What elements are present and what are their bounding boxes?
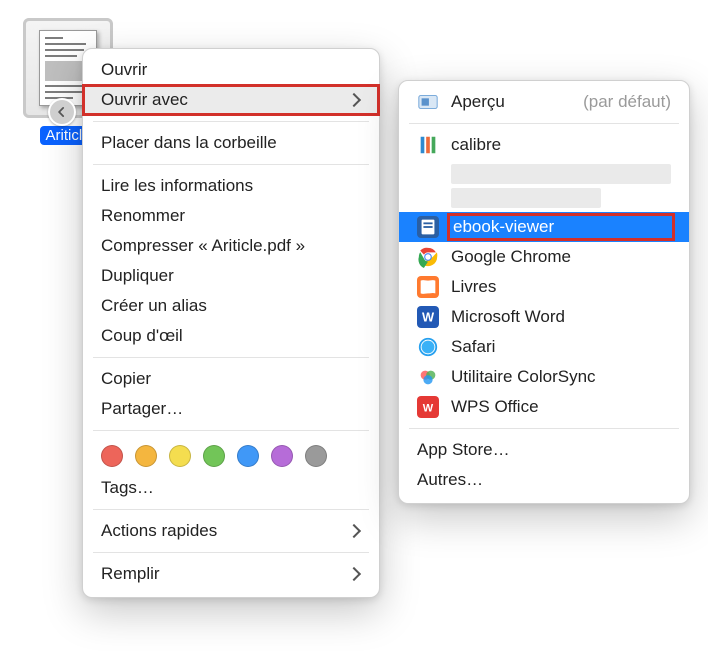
- app-safari[interactable]: Safari: [399, 332, 689, 362]
- ebook-viewer-icon: [417, 216, 439, 238]
- books-icon: [417, 276, 439, 298]
- word-icon: W: [417, 306, 439, 328]
- tag-color-row: [83, 437, 379, 473]
- chrome-icon: [417, 246, 439, 268]
- menu-tags[interactable]: Tags…: [83, 473, 379, 503]
- menu-make-alias[interactable]: Créer un alias: [83, 291, 379, 321]
- app-preview[interactable]: Aperçu (par défaut): [399, 87, 689, 117]
- redacted-app: [451, 164, 671, 184]
- menu-quick-look[interactable]: Coup d'œil: [83, 321, 379, 351]
- menu-open[interactable]: Ouvrir: [83, 55, 379, 85]
- menu-fill[interactable]: Remplir: [83, 559, 379, 589]
- menu-get-info[interactable]: Lire les informations: [83, 171, 379, 201]
- menu-compress[interactable]: Compresser « Ariticle.pdf »: [83, 231, 379, 261]
- default-suffix: (par défaut): [583, 92, 671, 112]
- svg-text:W: W: [423, 403, 434, 415]
- app-ebook-viewer[interactable]: ebook-viewer: [399, 212, 689, 242]
- menu-move-to-trash[interactable]: Placer dans la corbeille: [83, 128, 379, 158]
- wps-icon: W: [417, 396, 439, 418]
- separator: [93, 430, 369, 431]
- menu-others[interactable]: Autres…: [399, 465, 689, 495]
- app-colorsync-utility[interactable]: Utilitaire ColorSync: [399, 362, 689, 392]
- separator: [93, 357, 369, 358]
- separator: [409, 123, 679, 124]
- app-microsoft-word[interactable]: W Microsoft Word: [399, 302, 689, 332]
- app-google-chrome[interactable]: Google Chrome: [399, 242, 689, 272]
- tag-dot-yellow[interactable]: [169, 445, 191, 467]
- separator: [93, 509, 369, 510]
- open-with-submenu: Aperçu (par défaut) calibre ebook-viewer…: [398, 80, 690, 504]
- colorsync-icon: [417, 366, 439, 388]
- svg-text:W: W: [422, 310, 435, 325]
- menu-app-store[interactable]: App Store…: [399, 435, 689, 465]
- separator: [409, 428, 679, 429]
- tag-dot-gray[interactable]: [305, 445, 327, 467]
- app-wps-office[interactable]: W WPS Office: [399, 392, 689, 422]
- menu-duplicate[interactable]: Dupliquer: [83, 261, 379, 291]
- app-calibre[interactable]: calibre: [399, 130, 689, 160]
- back-arrow-icon: [48, 98, 76, 126]
- menu-rename[interactable]: Renommer: [83, 201, 379, 231]
- separator: [93, 552, 369, 553]
- menu-quick-actions[interactable]: Actions rapides: [83, 516, 379, 546]
- tag-dot-red[interactable]: [101, 445, 123, 467]
- tag-dot-blue[interactable]: [237, 445, 259, 467]
- separator: [93, 121, 369, 122]
- calibre-icon: [417, 134, 439, 156]
- safari-icon: [417, 336, 439, 358]
- menu-copy[interactable]: Copier: [83, 364, 379, 394]
- tag-dot-orange[interactable]: [135, 445, 157, 467]
- menu-open-with[interactable]: Ouvrir avec: [83, 85, 379, 115]
- separator: [93, 164, 369, 165]
- preview-icon: [417, 91, 439, 113]
- tag-dot-purple[interactable]: [271, 445, 293, 467]
- context-menu: Ouvrir Ouvrir avec Placer dans la corbei…: [82, 48, 380, 598]
- tag-dot-green[interactable]: [203, 445, 225, 467]
- menu-share[interactable]: Partager…: [83, 394, 379, 424]
- ebook-viewer-label: ebook-viewer: [451, 217, 671, 237]
- app-books[interactable]: Livres: [399, 272, 689, 302]
- redacted-app: [451, 188, 601, 208]
